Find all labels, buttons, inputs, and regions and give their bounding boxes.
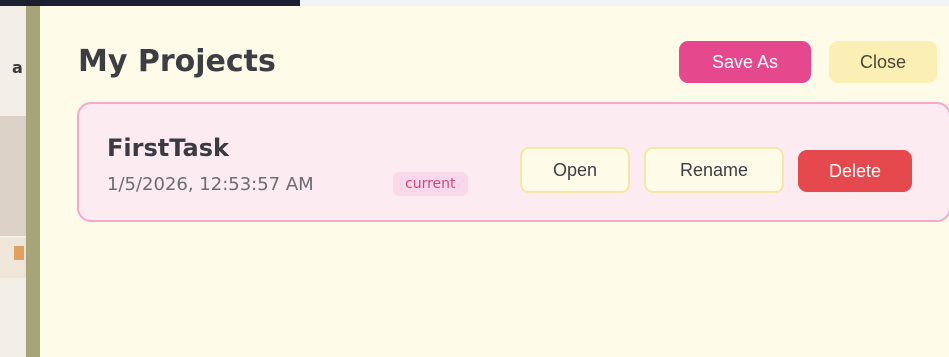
- current-badge: current: [393, 172, 468, 196]
- open-project-button[interactable]: Open: [520, 147, 630, 193]
- rename-project-button[interactable]: Rename: [644, 147, 784, 193]
- background-app-text: a: [12, 58, 23, 77]
- project-date: 1/5/2026, 12:53:57 AM: [107, 174, 314, 195]
- project-card: FirstTask 1/5/2026, 12:53:57 AM current …: [77, 102, 949, 222]
- delete-project-button[interactable]: Delete: [798, 150, 912, 192]
- save-as-button[interactable]: Save As: [679, 41, 811, 83]
- close-button[interactable]: Close: [829, 41, 937, 83]
- projects-panel: My Projects Save As Close FirstTask 1/5/…: [40, 6, 949, 357]
- background-app-marker: [14, 246, 24, 260]
- background-app-fragment: a: [0, 6, 26, 357]
- project-name: FirstTask: [107, 134, 229, 162]
- panel-title: My Projects: [78, 44, 276, 79]
- panel-edge: [26, 6, 40, 357]
- screen: a My Projects Save As Close FirstTask 1/…: [0, 0, 949, 357]
- background-app-band: [0, 116, 26, 236]
